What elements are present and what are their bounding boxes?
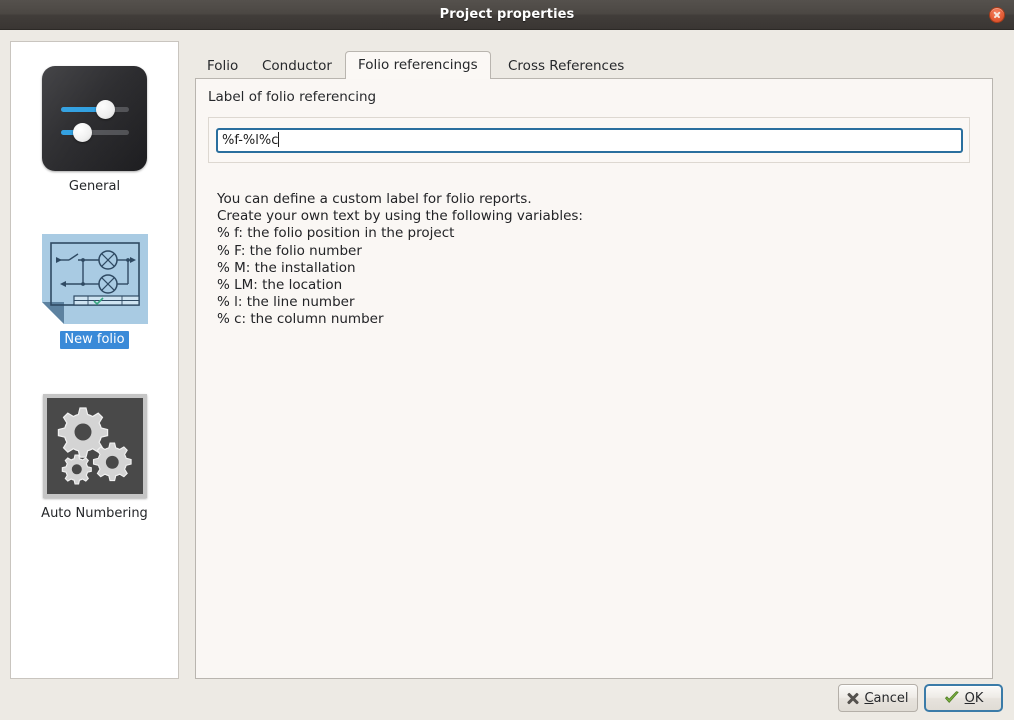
folio-referencings-panel: Label of folio referencing %f-%l%c You c… [195, 78, 993, 679]
ok-mnemonic: O [964, 690, 975, 706]
cancel-button[interactable]: Cancel [838, 684, 918, 712]
ok-button-label: OK [965, 691, 984, 706]
tab-cross-references[interactable]: Cross References [496, 53, 636, 79]
ok-rest: K [974, 690, 984, 706]
sidebar-item-new-folio[interactable]: New folio [11, 234, 178, 349]
title-bar: Project properties [0, 0, 1014, 30]
sliders-icon [42, 66, 147, 171]
check-icon [944, 691, 960, 705]
cancel-rest: ancel [873, 690, 909, 706]
cancel-mnemonic: C [864, 690, 874, 706]
text-caret [278, 132, 280, 147]
window-title: Project properties [439, 7, 575, 22]
field-label: Label of folio referencing [208, 89, 377, 105]
ok-button[interactable]: OK [924, 684, 1003, 712]
dialog-button-bar: Cancel OK [0, 682, 1014, 720]
tab-conductor[interactable]: Conductor [250, 53, 344, 79]
gears-icon [42, 394, 147, 498]
schematic-page-icon [41, 234, 148, 324]
sidebar-item-label-general: General [68, 179, 121, 194]
tab-folio[interactable]: Folio [195, 53, 250, 79]
project-properties-dialog: Project properties General New folio Aut… [0, 0, 1014, 720]
cancel-button-label: Cancel [864, 691, 908, 706]
sidebar: General New folio Auto Numbering [10, 41, 179, 679]
sidebar-item-general[interactable]: General [11, 66, 178, 196]
folio-referencing-label-input[interactable]: %f-%l%c [216, 128, 963, 153]
help-text: You can define a custom label for folio … [217, 191, 583, 328]
input-value: %f-%l%c [222, 133, 279, 148]
main-content: Folio Conductor Folio referencings Cross… [195, 41, 995, 679]
sidebar-item-label-auto-numbering: Auto Numbering [41, 506, 148, 521]
input-container: %f-%l%c [208, 117, 970, 163]
sidebar-item-auto-numbering[interactable]: Auto Numbering [11, 394, 178, 523]
sidebar-item-label-new-folio: New folio [60, 331, 129, 349]
tab-folio-referencings[interactable]: Folio referencings [345, 51, 491, 79]
tab-bar: Folio Conductor Folio referencings Cross… [195, 51, 995, 79]
x-icon [847, 692, 859, 704]
close-icon[interactable] [989, 7, 1005, 23]
